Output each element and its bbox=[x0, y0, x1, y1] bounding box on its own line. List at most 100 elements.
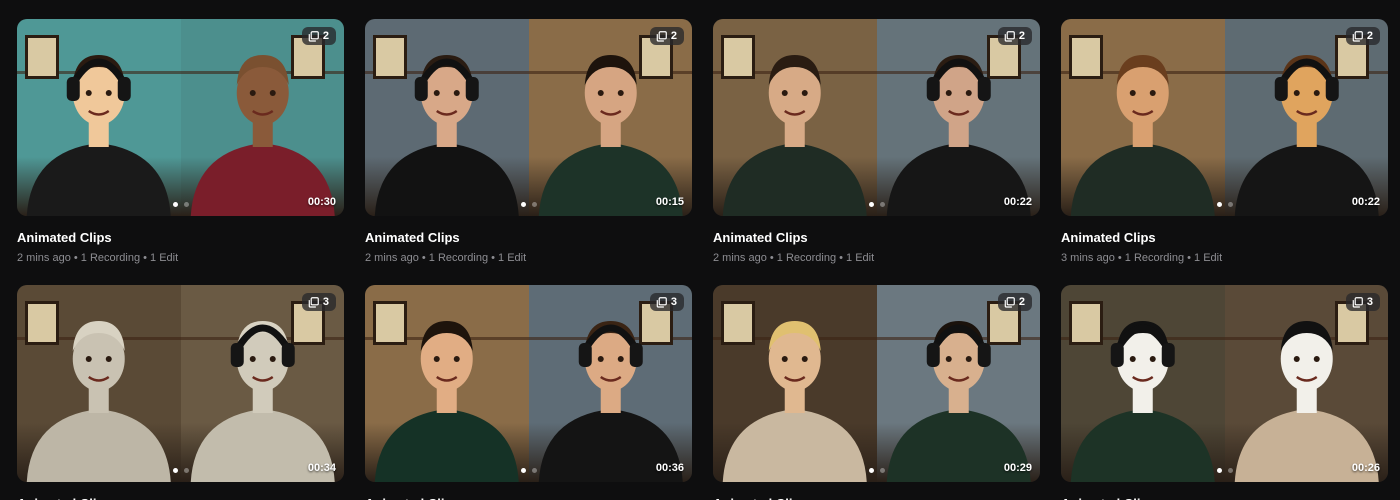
clip-duration: 00:15 bbox=[655, 196, 684, 208]
clip-card[interactable]: 3 00:34 Animated Clips bbox=[17, 285, 344, 500]
layers-icon bbox=[308, 296, 319, 308]
avatar bbox=[365, 19, 529, 216]
clip-count-badge: 2 bbox=[997, 293, 1032, 311]
carousel-dot[interactable] bbox=[183, 202, 189, 207]
avatar bbox=[877, 285, 1041, 482]
clip-card[interactable]: 2 00:22 Animated Clips 3 mins ago • 1 Re… bbox=[1061, 19, 1388, 265]
clip-duration: 00:30 bbox=[307, 196, 336, 208]
layers-icon bbox=[656, 30, 667, 42]
clip-card[interactable]: 2 00:22 Animated Clips 2 mins ago • 1 Re… bbox=[713, 19, 1040, 265]
carousel-dot[interactable] bbox=[1216, 468, 1222, 473]
carousel-dots[interactable] bbox=[172, 468, 189, 473]
left-thumbnail bbox=[17, 19, 181, 216]
clip-thumbnail[interactable]: 3 00:26 bbox=[1061, 285, 1388, 482]
clip-thumbnail[interactable]: 2 00:22 bbox=[1061, 19, 1388, 216]
clip-duration: 00:34 bbox=[307, 462, 336, 474]
layers-icon bbox=[1004, 30, 1015, 42]
carousel-dot[interactable] bbox=[1227, 468, 1233, 473]
carousel-dot[interactable] bbox=[520, 202, 526, 207]
clip-count: 2 bbox=[670, 30, 677, 42]
right-thumbnail bbox=[180, 19, 345, 216]
carousel-dots[interactable] bbox=[172, 202, 189, 207]
carousel-dot[interactable] bbox=[531, 468, 537, 473]
right-thumbnail bbox=[876, 285, 1041, 482]
clip-thumbnail[interactable]: 2 00:15 bbox=[365, 19, 692, 216]
clip-card[interactable]: 2 00:15 Animated Clips 2 mins ago • 1 Re… bbox=[365, 19, 692, 265]
clip-count-badge: 3 bbox=[301, 293, 336, 311]
clip-title[interactable]: Animated Clips bbox=[1061, 230, 1388, 246]
clip-title[interactable]: Animated Clips bbox=[365, 230, 692, 246]
carousel-dot[interactable] bbox=[531, 202, 537, 207]
avatar bbox=[181, 285, 345, 482]
clip-meta: 2 mins ago • 1 Recording • 1 Edit bbox=[17, 252, 179, 264]
right-thumbnail bbox=[528, 285, 693, 482]
clip-card[interactable]: 2 00:30 Animated Clips 2 mins ago • 1 Re… bbox=[17, 19, 344, 265]
carousel-dots[interactable] bbox=[1216, 468, 1233, 473]
carousel-dot[interactable] bbox=[1227, 202, 1233, 207]
carousel-dot[interactable] bbox=[183, 468, 189, 473]
clip-thumbnail[interactable]: 2 00:22 bbox=[713, 19, 1040, 216]
left-thumbnail bbox=[365, 285, 529, 482]
clip-duration: 00:29 bbox=[1003, 462, 1032, 474]
left-thumbnail bbox=[17, 285, 181, 482]
clip-duration: 00:26 bbox=[1351, 462, 1380, 474]
carousel-dot[interactable] bbox=[868, 468, 874, 473]
clip-meta: 3 mins ago • 1 Recording • 1 Edit bbox=[1061, 252, 1223, 264]
clip-duration: 00:22 bbox=[1003, 196, 1032, 208]
avatar bbox=[529, 285, 693, 482]
right-thumbnail bbox=[528, 19, 693, 216]
avatar bbox=[17, 19, 181, 216]
layers-icon bbox=[1004, 296, 1015, 308]
clip-title[interactable]: Animated Clips bbox=[365, 496, 692, 500]
left-thumbnail bbox=[713, 19, 877, 216]
clip-card[interactable]: 3 00:26 Animated Clips bbox=[1061, 285, 1388, 500]
carousel-dot[interactable] bbox=[172, 468, 178, 473]
right-thumbnail bbox=[1224, 285, 1389, 482]
carousel-dots[interactable] bbox=[868, 202, 885, 207]
avatar bbox=[181, 19, 345, 216]
clip-card[interactable]: 2 00:29 Animated Clips bbox=[713, 285, 1040, 500]
left-thumbnail bbox=[713, 285, 877, 482]
clip-thumbnail[interactable]: 3 00:36 bbox=[365, 285, 692, 482]
clip-count-badge: 2 bbox=[997, 27, 1032, 45]
clip-duration: 00:22 bbox=[1351, 196, 1380, 208]
left-thumbnail bbox=[1061, 19, 1225, 216]
avatar bbox=[1061, 285, 1225, 482]
carousel-dots[interactable] bbox=[868, 468, 885, 473]
carousel-dot[interactable] bbox=[879, 468, 885, 473]
clip-count: 2 bbox=[322, 30, 329, 42]
clip-thumbnail[interactable]: 3 00:34 bbox=[17, 285, 344, 482]
avatar bbox=[529, 19, 693, 216]
clip-count: 2 bbox=[1366, 30, 1373, 42]
carousel-dot[interactable] bbox=[1216, 202, 1222, 207]
carousel-dot[interactable] bbox=[172, 202, 178, 207]
carousel-dot[interactable] bbox=[879, 202, 885, 207]
avatar bbox=[1225, 285, 1389, 482]
layers-icon bbox=[308, 30, 319, 42]
clip-count: 3 bbox=[1366, 296, 1373, 308]
clip-title[interactable]: Animated Clips bbox=[17, 496, 344, 500]
right-thumbnail bbox=[876, 19, 1041, 216]
clip-count: 3 bbox=[670, 296, 677, 308]
avatar bbox=[713, 19, 877, 216]
carousel-dots[interactable] bbox=[1216, 202, 1233, 207]
clip-thumbnail[interactable]: 2 00:30 bbox=[17, 19, 344, 216]
carousel-dots[interactable] bbox=[520, 468, 537, 473]
clip-card[interactable]: 3 00:36 Animated Clips bbox=[365, 285, 692, 500]
clip-title[interactable]: Animated Clips bbox=[17, 230, 344, 246]
left-thumbnail bbox=[365, 19, 529, 216]
clip-title[interactable]: Animated Clips bbox=[1061, 496, 1388, 500]
avatar bbox=[17, 285, 181, 482]
carousel-dot[interactable] bbox=[868, 202, 874, 207]
left-thumbnail bbox=[1061, 285, 1225, 482]
clip-count-badge: 2 bbox=[301, 27, 336, 45]
clip-thumbnail[interactable]: 2 00:29 bbox=[713, 285, 1040, 482]
carousel-dot[interactable] bbox=[520, 468, 526, 473]
layers-icon bbox=[1352, 296, 1363, 308]
clip-title[interactable]: Animated Clips bbox=[713, 496, 1040, 500]
layers-icon bbox=[1352, 30, 1363, 42]
clip-count-badge: 2 bbox=[1345, 27, 1380, 45]
avatar bbox=[877, 19, 1041, 216]
clip-title[interactable]: Animated Clips bbox=[713, 230, 1040, 246]
carousel-dots[interactable] bbox=[520, 202, 537, 207]
